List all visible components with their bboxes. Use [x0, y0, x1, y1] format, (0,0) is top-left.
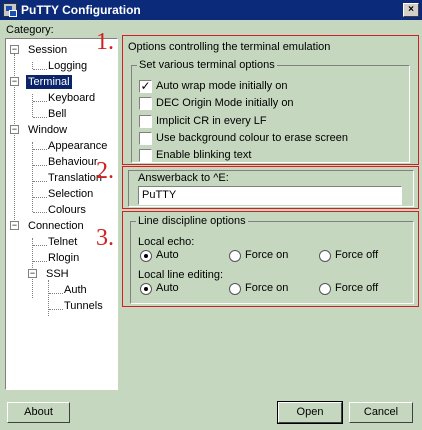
local-echo-force-on-radio[interactable]	[229, 250, 241, 262]
tree-item-label: SSH	[46, 268, 69, 280]
title-bar[interactable]: PuTTY Configuration ×	[0, 0, 422, 20]
annotation-1: 1.	[96, 29, 114, 55]
cancel-label: Cancel	[363, 406, 399, 418]
about-button[interactable]: About	[7, 402, 70, 423]
tree-item-label: Behaviour	[48, 156, 98, 168]
tree-item-behaviour[interactable]: Behaviour	[48, 155, 98, 169]
tree-item-label: Colours	[48, 204, 86, 216]
answerback-input[interactable]: PuTTY	[138, 186, 402, 205]
open-button[interactable]: Open	[277, 401, 343, 424]
tree-item-label: Translation	[48, 172, 103, 184]
red-box-line-discipline: Line discipline options Local echo: Auto…	[122, 211, 419, 307]
tree-item-label: Terminal	[26, 75, 72, 89]
local-echo-label: Local echo:	[138, 236, 195, 248]
tree-item-label: Connection	[28, 220, 84, 232]
tree-item-selection[interactable]: Selection	[48, 187, 93, 201]
putty-app-icon	[3, 3, 17, 17]
tree-item-label: Appearance	[48, 140, 108, 152]
tree-item-tunnels[interactable]: Tunnels	[64, 299, 103, 313]
tree-item-bell[interactable]: Bell	[48, 107, 66, 121]
bg-erase-checkbox[interactable]	[139, 132, 152, 145]
tree-item-label: Keyboard	[48, 92, 96, 104]
tree-item-label: Telnet	[48, 236, 78, 248]
tree-item-label: Tunnels	[64, 300, 103, 312]
tree-item-keyboard[interactable]: Keyboard	[48, 91, 95, 105]
panel-header: Options controlling the terminal emulati…	[128, 41, 331, 53]
line-edit-auto-radio[interactable]	[140, 283, 152, 295]
fieldset-title: Line discipline options	[136, 215, 248, 227]
tree-item-label: Bell	[48, 108, 67, 120]
local-echo-auto-radio[interactable]	[140, 250, 152, 262]
tree-item-label: Window	[28, 124, 68, 136]
tree-item-logging[interactable]: Logging	[48, 59, 87, 73]
tree-item-telnet[interactable]: Telnet	[48, 235, 77, 249]
tree-item-rlogin[interactable]: Rlogin	[48, 251, 79, 265]
tree-item-appearance[interactable]: Appearance	[48, 139, 107, 153]
tree-item-label: Session	[28, 44, 68, 56]
tree-item-label: Selection	[48, 188, 94, 200]
line-discipline-fieldset: Line discipline options Local echo: Auto…	[130, 215, 414, 304]
dec-origin-checkbox[interactable]	[139, 97, 152, 110]
auto-wrap-label: Auto wrap mode initially on	[156, 80, 288, 92]
line-edit-force-on-radio[interactable]	[229, 283, 241, 295]
cancel-button[interactable]: Cancel	[349, 402, 413, 423]
answerback-label: Answerback to ^E:	[138, 172, 229, 184]
terminal-options-fieldset: Set various terminal options ✓ Auto wrap…	[131, 59, 410, 163]
collapse-icon[interactable]: −	[10, 125, 19, 134]
tree-item-auth[interactable]: Auth	[64, 283, 87, 297]
tree-item-label: Logging	[48, 60, 88, 72]
blinking-label: Enable blinking text	[156, 149, 252, 161]
radio-label: Force off	[335, 282, 379, 294]
category-label: Category:	[6, 24, 54, 36]
window-title: PuTTY Configuration	[21, 3, 141, 17]
annotation-2: 2.	[96, 158, 114, 184]
about-label: About	[24, 406, 53, 418]
collapse-icon[interactable]: −	[28, 269, 37, 278]
local-echo-force-off-radio[interactable]	[319, 250, 331, 262]
answerback-fieldset: Answerback to ^E: PuTTY	[128, 170, 414, 207]
implicit-cr-label: Implicit CR in every LF	[156, 115, 267, 127]
close-button[interactable]: ×	[403, 3, 419, 17]
tree-item-translation[interactable]: Translation	[48, 171, 102, 185]
radio-label: Auto	[156, 249, 179, 261]
category-tree[interactable]: − Session Logging − Terminal Keyboard Be…	[5, 38, 118, 390]
blinking-checkbox[interactable]	[139, 149, 152, 162]
line-edit-force-off-radio[interactable]	[319, 283, 331, 295]
auto-wrap-checkbox[interactable]: ✓	[139, 80, 152, 93]
radio-label: Force on	[245, 282, 289, 294]
radio-label: Force on	[245, 249, 289, 261]
collapse-icon[interactable]: −	[10, 221, 19, 230]
open-label: Open	[296, 406, 324, 418]
bg-erase-label: Use background colour to erase screen	[156, 132, 348, 144]
implicit-cr-checkbox[interactable]	[139, 115, 152, 128]
radio-label: Auto	[156, 282, 179, 294]
collapse-icon[interactable]: −	[10, 45, 19, 54]
radio-label: Force off	[335, 249, 379, 261]
tree-item-label: Rlogin	[48, 252, 80, 264]
local-line-editing-label: Local line editing:	[138, 269, 224, 281]
fieldset-title: Set various terminal options	[137, 59, 277, 71]
dec-origin-label: DEC Origin Mode initially on	[156, 97, 294, 109]
collapse-icon[interactable]: −	[10, 77, 19, 86]
red-box-answerback: Answerback to ^E: PuTTY	[122, 166, 419, 209]
tree-item-label: Auth	[64, 284, 87, 296]
tree-item-colours[interactable]: Colours	[48, 203, 86, 217]
red-box-terminal-options: Options controlling the terminal emulati…	[122, 35, 419, 165]
annotation-3: 3.	[96, 225, 114, 251]
